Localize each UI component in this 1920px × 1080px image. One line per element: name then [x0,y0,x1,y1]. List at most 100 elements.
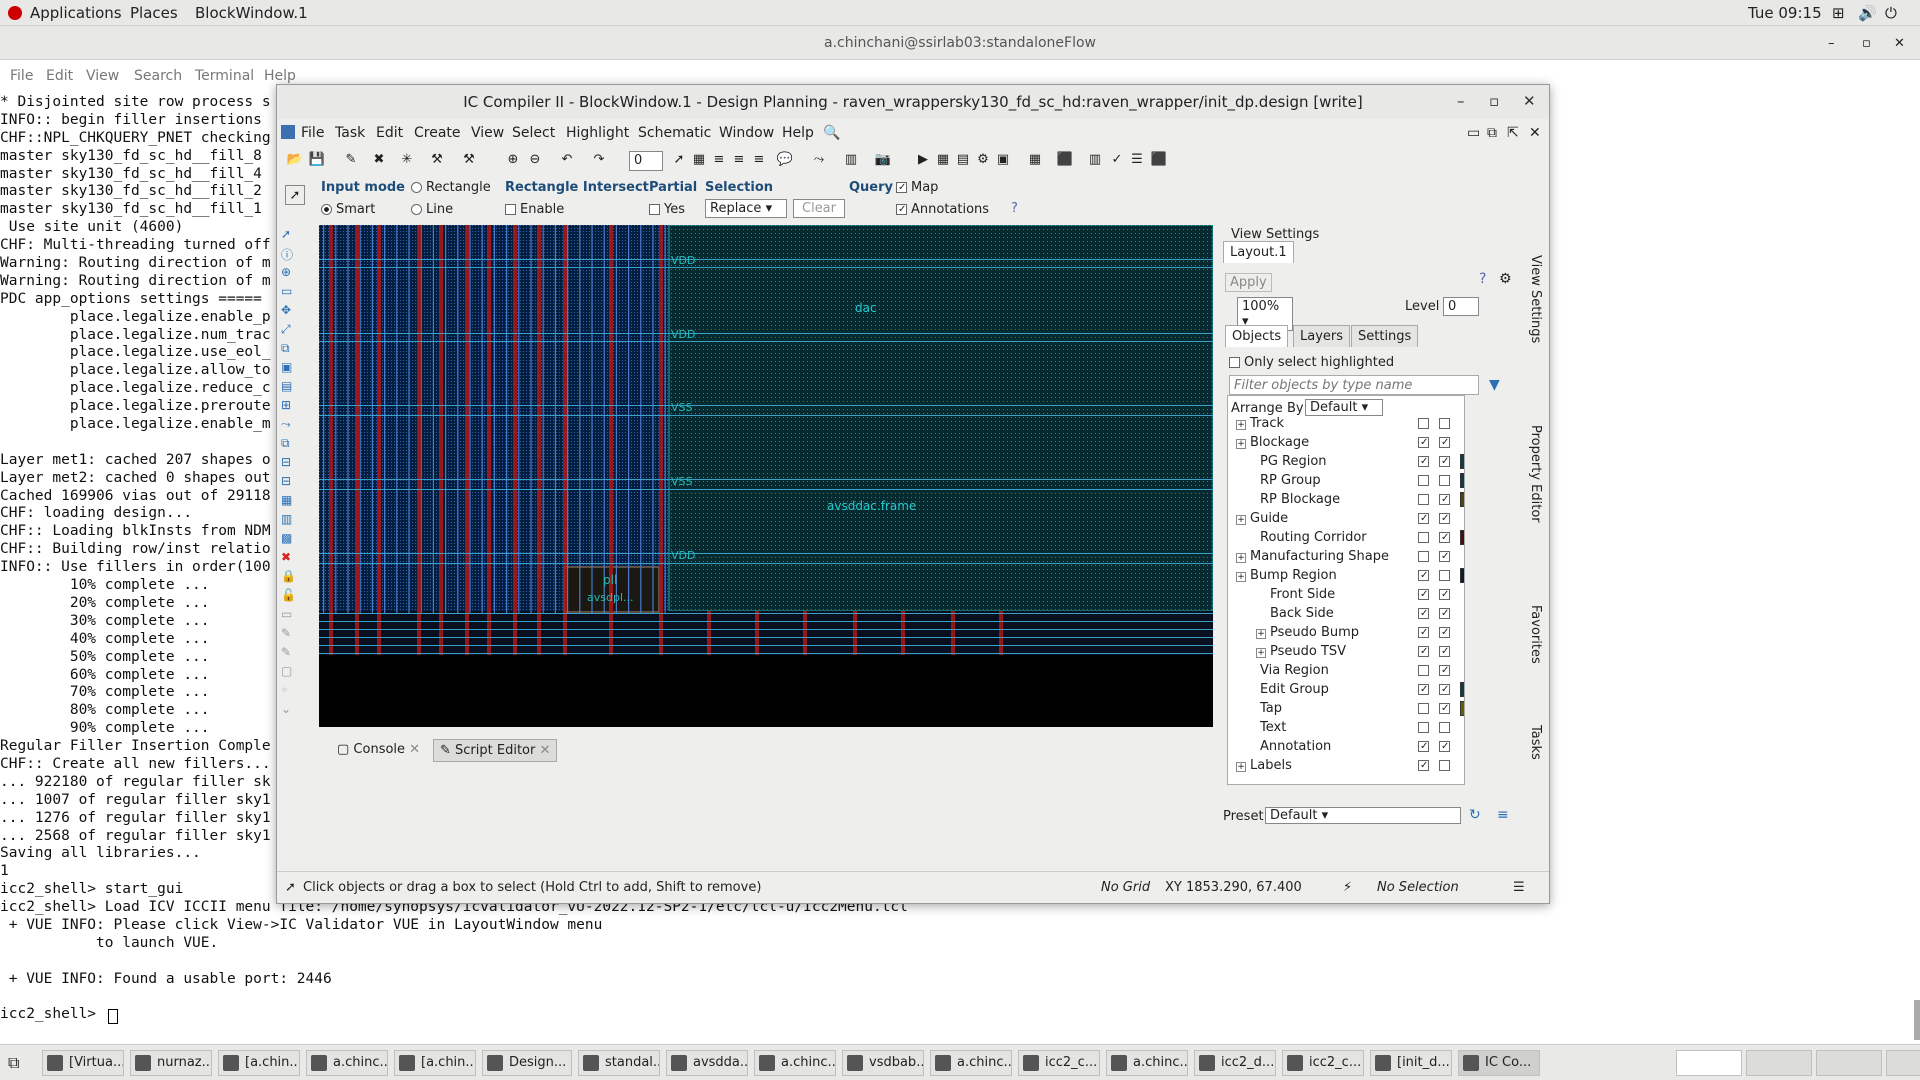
menu-icon[interactable]: ≡ [1497,807,1509,823]
tree-row[interactable]: Via Region [1228,661,1464,680]
close-script-editor-icon[interactable]: ✕ [539,743,550,758]
visible-checkbox[interactable] [1418,532,1429,543]
delete-icon[interactable]: ✖ [281,550,299,566]
menu-schematic[interactable]: Schematic [638,125,711,141]
terminal-minimize-button[interactable]: – [1828,36,1835,51]
taskbar-item[interactable]: [Virtua... [42,1050,124,1076]
selection-dropdown[interactable]: Replace ▾ [705,199,787,218]
menu-view[interactable]: View [471,125,504,141]
visible-checkbox[interactable] [1418,513,1429,524]
tree-row[interactable]: + Pseudo Bump [1228,623,1464,642]
close-console-icon[interactable]: ✕ [409,742,420,757]
copy-icon[interactable]: ⧉ [281,341,299,357]
map-checkbox[interactable]: Map [896,180,938,195]
save-icon[interactable]: 💾 [307,150,327,170]
volume-icon[interactable]: 🔊 [1858,4,1877,22]
selectable-checkbox[interactable] [1439,741,1450,752]
app-menu-icon[interactable] [8,6,22,20]
color-swatch[interactable] [1460,701,1464,716]
dot-icon[interactable]: ◦ [281,683,299,699]
tree-row[interactable]: Text [1228,718,1464,737]
line-radio[interactable]: Line [411,202,453,217]
menu-create[interactable]: Create [414,125,461,141]
visible-checkbox[interactable] [1418,760,1429,771]
block-icon[interactable]: ▦ [933,150,953,170]
workspace-3[interactable] [1816,1050,1882,1076]
applications-menu[interactable]: Applications [30,4,122,22]
visible-checkbox[interactable] [1418,703,1429,714]
palette-icon[interactable]: ▥ [281,512,299,528]
clear-button[interactable]: Clear [793,199,845,218]
clock[interactable]: Tue 09:15 [1748,4,1822,22]
only-highlighted-checkbox[interactable]: Only select highlighted [1229,355,1394,370]
route-icon[interactable]: ⤳ [281,417,299,433]
selectable-checkbox[interactable] [1439,722,1450,733]
filter-input[interactable] [1229,375,1479,395]
lock-icon[interactable]: 🔒 [281,569,299,585]
menu-highlight[interactable]: Highlight [566,125,629,141]
preset-dropdown[interactable]: Default ▾ [1265,807,1461,824]
selectable-checkbox[interactable] [1439,551,1450,562]
comment-icon[interactable]: 💬 [775,150,795,170]
selectable-checkbox[interactable] [1439,608,1450,619]
taskbar-item[interactable]: standal... [578,1050,660,1076]
places-menu[interactable]: Places [130,4,178,22]
zoom-icon[interactable]: ⊕ [281,265,299,281]
tree-row[interactable]: Back Side [1228,604,1464,623]
selectable-checkbox[interactable] [1439,532,1450,543]
restore-docks-icon[interactable]: ▭ [1467,125,1480,141]
terminal-scrollbar[interactable] [1914,1000,1920,1040]
menu-help[interactable]: Help [782,125,814,141]
selectable-checkbox[interactable] [1439,684,1450,695]
cells-icon[interactable]: ⚙ [973,150,993,170]
tree-row[interactable]: + Blockage [1228,433,1464,452]
expand-icon[interactable]: + [1236,762,1246,772]
level-field[interactable]: 0 [1443,297,1479,316]
taskbar-item[interactable]: a.chinc... [1106,1050,1188,1076]
visible-checkbox[interactable] [1418,741,1429,752]
camera-icon[interactable]: 📷 [873,150,893,170]
resize-icon[interactable]: ⤢ [281,322,299,338]
tab-layout-1[interactable]: Layout.1 [1223,241,1294,263]
pen2-icon[interactable]: ✎ [281,645,299,661]
filter-icon[interactable]: ▼ [1489,377,1500,393]
terminal-menu-file[interactable]: File [10,68,33,84]
tree-row[interactable]: + Manufacturing Shape [1228,547,1464,566]
selectable-checkbox[interactable] [1439,627,1450,638]
detach-icon[interactable]: ⇱ [1507,125,1519,141]
visible-checkbox[interactable] [1418,437,1429,448]
tree-row[interactable]: + Bump Region [1228,566,1464,585]
object-tree[interactable]: + Track + Blockage PG Region RP Group RP Block… [1227,395,1465,785]
move-icon[interactable]: ✥ [281,303,299,319]
visible-checkbox[interactable] [1418,684,1429,695]
selectable-checkbox[interactable] [1439,475,1450,486]
zoom-out-icon[interactable]: ⊖ [525,150,545,170]
check-icon[interactable]: ✓ [1107,150,1127,170]
unlock-icon[interactable]: 🔓 [281,588,299,604]
color-swatch[interactable] [1460,530,1464,545]
workspace-4[interactable] [1886,1050,1920,1076]
tree-row[interactable]: Routing Corridor [1228,528,1464,547]
taskbar-item[interactable]: icc2_c... [1282,1050,1364,1076]
menu-task[interactable]: Task [335,125,365,141]
expand-icon[interactable]: + [1236,553,1246,563]
terminal-menu-terminal[interactable]: Terminal [195,68,254,84]
tab-layers[interactable]: Layers [1293,325,1351,347]
show-desktop-icon[interactable]: ⧉ [8,1053,19,1073]
active-window-label[interactable]: BlockWindow.1 [195,4,308,22]
color-swatch[interactable] [1460,473,1464,488]
enable-checkbox[interactable]: Enable [505,202,564,217]
zoom-in-icon[interactable]: ⊕ [503,150,523,170]
align-icon[interactable]: ⊟ [281,474,299,490]
visible-checkbox[interactable] [1418,608,1429,619]
tree-row[interactable]: Tap [1228,699,1464,718]
power-icon[interactable]: ⏻ [1885,4,1897,22]
window-maximize-button[interactable]: ▫ [1489,92,1499,110]
list-icon[interactable]: ☰ [1513,880,1525,895]
selectable-checkbox[interactable] [1439,456,1450,467]
visible-checkbox[interactable] [1418,418,1429,429]
layout-icon[interactable]: ▦ [1025,150,1045,170]
terminal-maximize-button[interactable]: ▫ [1862,36,1871,51]
taskbar-item[interactable]: avsdda... [666,1050,748,1076]
pointer-icon[interactable]: ➚ [281,227,299,243]
